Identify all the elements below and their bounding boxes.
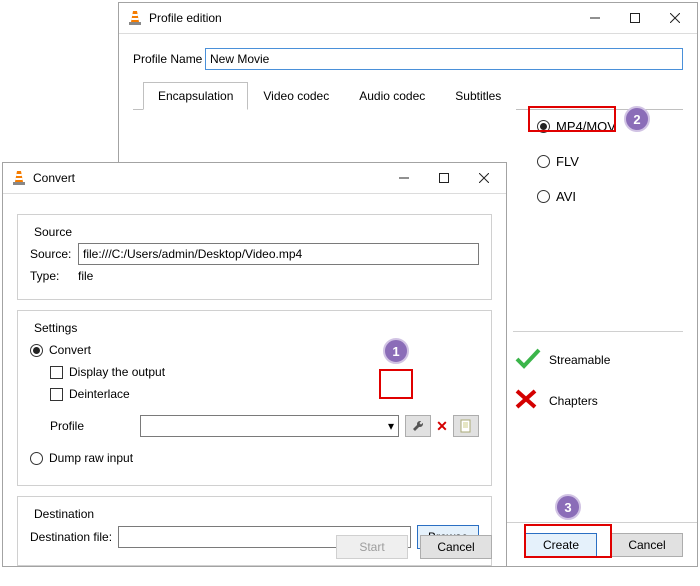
delete-profile-button[interactable]: ✕ bbox=[431, 418, 453, 435]
feature-label: Streamable bbox=[549, 353, 610, 367]
feature-label: Chapters bbox=[549, 394, 598, 408]
dialog-footer: Start Cancel bbox=[3, 528, 506, 566]
tab-video-codec[interactable]: Video codec bbox=[248, 82, 344, 110]
profile-label: Profile bbox=[50, 419, 140, 433]
group-title: Settings bbox=[30, 321, 81, 335]
vlc-icon bbox=[11, 170, 27, 186]
group-title: Destination bbox=[30, 507, 98, 521]
radio-label: AVI bbox=[556, 189, 576, 204]
checkbox-label: Display the output bbox=[69, 365, 165, 379]
document-icon bbox=[459, 419, 473, 433]
radio-flv[interactable]: FLV bbox=[537, 154, 616, 169]
source-input[interactable] bbox=[78, 243, 479, 265]
radio-icon bbox=[30, 344, 43, 357]
minimize-button[interactable] bbox=[384, 164, 424, 192]
profile-name-input[interactable] bbox=[205, 48, 683, 70]
titlebar: Profile edition bbox=[119, 3, 697, 33]
tab-audio-codec[interactable]: Audio codec bbox=[344, 82, 440, 110]
radio-mp4mov[interactable]: MP4/MOV bbox=[537, 119, 616, 134]
source-label: Source: bbox=[30, 247, 78, 261]
type-label: Type: bbox=[30, 269, 78, 283]
vlc-icon bbox=[127, 10, 143, 26]
close-button[interactable] bbox=[655, 4, 695, 32]
group-title: Source bbox=[30, 225, 76, 239]
maximize-button[interactable] bbox=[424, 164, 464, 192]
cross-icon bbox=[513, 387, 549, 414]
feature-chapters: Chapters bbox=[513, 387, 683, 414]
profile-name-label: Profile Name bbox=[133, 52, 205, 66]
radio-label: Convert bbox=[49, 343, 91, 357]
check-display-output[interactable]: Display the output bbox=[50, 365, 479, 379]
features-panel: Streamable Chapters bbox=[513, 331, 683, 418]
feature-streamable: Streamable bbox=[513, 346, 683, 373]
radio-label: MP4/MOV bbox=[556, 119, 616, 134]
encapsulation-options: MP4/MOV FLV AVI bbox=[537, 111, 616, 212]
convert-window: Convert Source Source: Type: file Settin… bbox=[2, 162, 507, 567]
checkbox-icon bbox=[50, 388, 63, 401]
callout-2: 2 bbox=[624, 106, 650, 132]
radio-icon bbox=[537, 190, 550, 203]
close-button[interactable] bbox=[464, 164, 504, 192]
radio-icon bbox=[30, 452, 43, 465]
create-button[interactable]: Create bbox=[525, 533, 597, 557]
radio-icon bbox=[537, 155, 550, 168]
callout-1: 1 bbox=[383, 338, 409, 364]
titlebar: Convert bbox=[3, 163, 506, 193]
type-value: file bbox=[78, 269, 93, 283]
tab-subtitles[interactable]: Subtitles bbox=[440, 82, 516, 110]
callout-3: 3 bbox=[555, 494, 581, 520]
checkbox-label: Deinterlace bbox=[69, 387, 130, 401]
radio-convert[interactable]: Convert bbox=[30, 343, 479, 357]
checkbox-icon bbox=[50, 366, 63, 379]
radio-label: Dump raw input bbox=[49, 451, 133, 465]
settings-group: Settings Convert Display the output Dein… bbox=[17, 310, 492, 486]
new-profile-button[interactable] bbox=[453, 415, 479, 437]
profile-dropdown[interactable]: ▾ bbox=[140, 415, 399, 437]
check-icon bbox=[513, 346, 549, 373]
maximize-button[interactable] bbox=[615, 4, 655, 32]
check-deinterlace[interactable]: Deinterlace bbox=[50, 387, 479, 401]
chevron-down-icon: ▾ bbox=[388, 419, 394, 433]
wrench-icon bbox=[411, 419, 425, 433]
minimize-button[interactable] bbox=[575, 4, 615, 32]
tab-encapsulation[interactable]: Encapsulation bbox=[143, 82, 248, 110]
cancel-button[interactable]: Cancel bbox=[611, 533, 683, 557]
radio-avi[interactable]: AVI bbox=[537, 189, 616, 204]
tabs: Encapsulation Video codec Audio codec Su… bbox=[133, 82, 683, 110]
radio-label: FLV bbox=[556, 154, 579, 169]
window-title: Profile edition bbox=[149, 11, 575, 25]
window-title: Convert bbox=[33, 171, 384, 185]
radio-icon bbox=[537, 120, 550, 133]
start-button[interactable]: Start bbox=[336, 535, 408, 559]
radio-dump-raw[interactable]: Dump raw input bbox=[30, 451, 479, 465]
source-group: Source Source: Type: file bbox=[17, 214, 492, 300]
cancel-button[interactable]: Cancel bbox=[420, 535, 492, 559]
edit-profile-button[interactable] bbox=[405, 415, 431, 437]
